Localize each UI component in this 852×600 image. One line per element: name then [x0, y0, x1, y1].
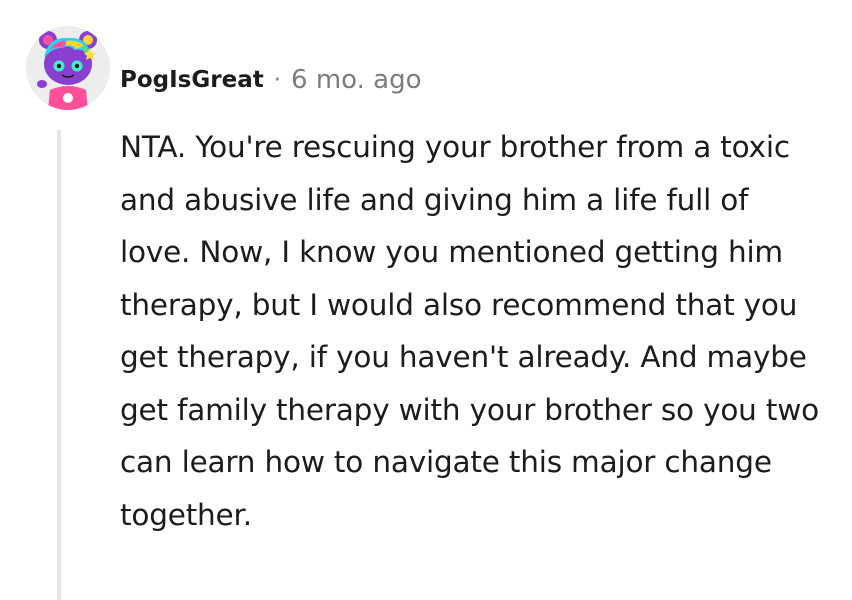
- comment-meta: PogIsGreat · 6 mo. ago: [120, 60, 422, 100]
- username-link[interactable]: PogIsGreat: [120, 67, 264, 93]
- comment-body: NTA. You're rescuing your brother from a…: [120, 130, 819, 532]
- user-avatar[interactable]: [26, 26, 110, 110]
- snoo-avatar-icon: [26, 26, 110, 110]
- thread-collapse-line[interactable]: [57, 130, 61, 600]
- comment-timestamp[interactable]: 6 mo. ago: [291, 65, 421, 95]
- meta-separator: ·: [273, 67, 282, 93]
- comment: PogIsGreat · 6 mo. ago NTA. You're rescu…: [0, 0, 852, 600]
